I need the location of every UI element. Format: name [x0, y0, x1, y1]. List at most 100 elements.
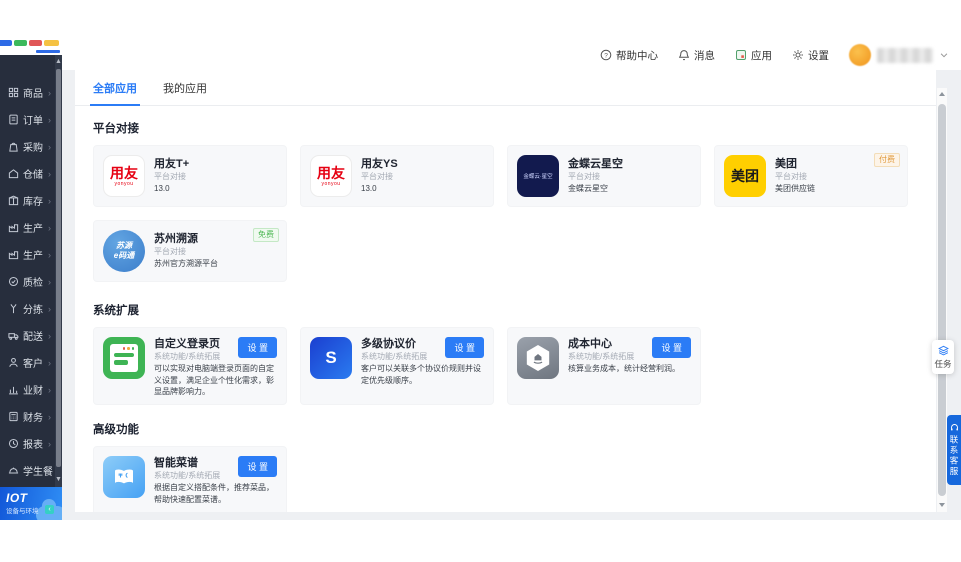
system-card-row: 自定义登录页 系统功能/系统拓展 可以实现对电脑端登录页面的自定义设置，满足企业…	[93, 327, 936, 405]
app-name: 成本中心	[568, 337, 647, 351]
app-category: 平台对接	[568, 171, 691, 183]
clock-icon	[8, 438, 19, 449]
sidebar-item-finance[interactable]: 财务›	[0, 403, 62, 430]
app-card-multilevel-price[interactable]: S 多级协议价 系统功能/系统拓展 客户可以关联多个协议价规则并设定优先级顺序。…	[300, 327, 494, 405]
app-desc: 金蝶云星空	[568, 183, 691, 195]
sidebar-scrollbar[interactable]: ▲ ▼	[55, 55, 62, 487]
apps-button[interactable]: 应用	[735, 48, 772, 63]
app-logo	[0, 0, 62, 55]
sidebar-item-student-meal[interactable]: 学生餐	[0, 457, 62, 484]
sidebar-item-production-2[interactable]: 生产›	[0, 241, 62, 268]
user-icon	[8, 357, 19, 368]
sidebar-item-orders[interactable]: 订单›	[0, 106, 62, 133]
iot-banner[interactable]: IOT 设备与环境 ‹	[0, 487, 62, 520]
sidebar-item-quality[interactable]: 质检›	[0, 268, 62, 295]
app-card-meituan[interactable]: 付费 美团 美团 平台对接 美团供应链	[714, 145, 908, 207]
login-page-icon	[103, 337, 145, 379]
app-card-cost-center[interactable]: 成本中心 系统功能/系统拓展 核算业务成本，统计经营利润。 设 置	[507, 327, 701, 405]
app-card-custom-login[interactable]: 自定义登录页 系统功能/系统拓展 可以实现对电脑端登录页面的自定义设置，满足企业…	[93, 327, 287, 405]
sidebar-item-goods[interactable]: 商品›	[0, 79, 62, 106]
document-icon	[8, 114, 19, 125]
app-category: 平台对接	[154, 171, 277, 183]
cost-center-icon	[517, 337, 559, 379]
chevron-right-icon: ›	[48, 223, 51, 233]
app-card-suzhou-trace[interactable]: 免费 苏源 e码通 苏州溯源 平台对接 苏州官方溯源平台	[93, 220, 287, 282]
chevron-right-icon: ›	[48, 88, 51, 98]
section-title-advanced: 高级功能	[93, 421, 936, 437]
contact-label: 联系客服	[948, 435, 960, 477]
settings-button[interactable]: 设置	[792, 48, 829, 63]
configure-button[interactable]: 设 置	[445, 337, 484, 358]
scroll-down-icon[interactable]: ▼	[55, 475, 62, 485]
truck-icon	[8, 330, 19, 341]
app-desc: 核算业务成本，统计经营利润。	[568, 363, 691, 375]
app-card-kingdee[interactable]: 金蝶云·星空 金蝶云星空 平台对接 金蝶云星空	[507, 145, 701, 207]
app-desc: 客户可以关联多个协议价规则并设定优先级顺序。	[361, 363, 484, 386]
help-center-button[interactable]: ? 帮助中心	[600, 48, 658, 63]
chevron-right-icon: ›	[48, 142, 51, 152]
sidebar-item-sorting[interactable]: 分拣›	[0, 295, 62, 322]
contact-support-tab[interactable]: 联系客服	[947, 415, 961, 485]
top-header: ? 帮助中心 消息 应用 设置	[62, 0, 961, 70]
chart-icon	[8, 384, 19, 395]
scroll-down-icon[interactable]	[937, 500, 947, 510]
avatar	[849, 44, 871, 66]
question-circle-icon: ?	[600, 49, 612, 61]
configure-button[interactable]: 设 置	[652, 337, 691, 358]
app-name: 多级协议价	[361, 337, 440, 351]
split-icon	[8, 303, 19, 314]
meal-icon	[8, 465, 19, 476]
tab-all-apps[interactable]: 全部应用	[93, 70, 137, 105]
sidebar-scroll-thumb[interactable]	[56, 69, 61, 467]
advanced-card-row: 智能菜谱 系统功能/系统拓展 根据自定义搭配条件，推荐菜品，帮助快速配置菜谱。 …	[93, 446, 936, 512]
kingdee-icon: 金蝶云·星空	[517, 155, 559, 197]
free-badge: 免费	[253, 228, 279, 242]
iot-title: IOT	[6, 491, 62, 505]
bell-icon	[678, 49, 690, 61]
apps-panel: 全部应用 我的应用 平台对接 用友 yonyou 用友T+ 平台对接 13.0	[75, 70, 936, 512]
sidebar-item-purchase[interactable]: 采购›	[0, 133, 62, 160]
sidebar-item-business-finance[interactable]: 业财›	[0, 376, 62, 403]
logo-bar-red	[29, 40, 42, 46]
sidebar-item-customers[interactable]: 客户›	[0, 349, 62, 376]
sidebar-item-delivery[interactable]: 配送›	[0, 322, 62, 349]
configure-button[interactable]: 设 置	[238, 337, 277, 358]
sidebar-item-warehouse[interactable]: 仓储›	[0, 160, 62, 187]
messages-button[interactable]: 消息	[678, 48, 715, 63]
chevron-right-icon: ›	[48, 277, 51, 287]
sidebar-item-inventory[interactable]: 库存›	[0, 187, 62, 214]
bag-icon	[8, 141, 19, 152]
section-title-platform: 平台对接	[93, 120, 936, 136]
tab-my-apps[interactable]: 我的应用	[163, 70, 207, 105]
apps-tabs: 全部应用 我的应用	[75, 70, 936, 106]
chevron-right-icon: ›	[48, 385, 51, 395]
apps-label: 应用	[751, 48, 772, 63]
sidebar-nav: 商品› 订单› 采购› 仓储› 库存› 生产› 生产› 质检› 分拣› 配送› …	[0, 55, 62, 487]
configure-button[interactable]: 设 置	[238, 456, 277, 477]
panel-scrollbar[interactable]	[937, 88, 947, 512]
sidebar-item-production-1[interactable]: 生产›	[0, 214, 62, 241]
layers-icon	[938, 345, 949, 356]
app-category: 平台对接	[154, 246, 277, 258]
username-blurred	[877, 48, 933, 63]
user-menu[interactable]	[849, 44, 949, 66]
chevron-right-icon: ›	[48, 331, 51, 341]
scroll-up-icon[interactable]: ▲	[55, 57, 62, 67]
app-desc: 13.0	[154, 183, 277, 195]
app-name: 金蝶云星空	[568, 157, 691, 171]
warehouse-icon	[8, 168, 19, 179]
section-title-system: 系统扩展	[93, 302, 936, 318]
box-icon	[8, 195, 19, 206]
app-card-yonyou-ys[interactable]: 用友 yonyou 用友YS 平台对接 13.0	[300, 145, 494, 207]
app-desc: 可以实现对电脑端登录页面的自定义设置，满足企业个性化需求，彰显品牌影响力。	[154, 363, 277, 398]
settings-label: 设置	[808, 48, 829, 63]
app-desc: 13.0	[361, 183, 484, 195]
app-window: ? 帮助中心 消息 应用 设置 商品›	[0, 0, 961, 562]
recipe-book-icon	[103, 456, 145, 498]
scroll-thumb[interactable]	[938, 104, 946, 496]
sidebar-item-reports[interactable]: 报表›	[0, 430, 62, 457]
task-widget[interactable]: 任务	[932, 340, 954, 374]
app-card-smart-recipe[interactable]: 智能菜谱 系统功能/系统拓展 根据自定义搭配条件，推荐菜品，帮助快速配置菜谱。 …	[93, 446, 287, 512]
scroll-up-icon[interactable]	[937, 90, 947, 100]
app-card-yonyou-tplus[interactable]: 用友 yonyou 用友T+ 平台对接 13.0	[93, 145, 287, 207]
